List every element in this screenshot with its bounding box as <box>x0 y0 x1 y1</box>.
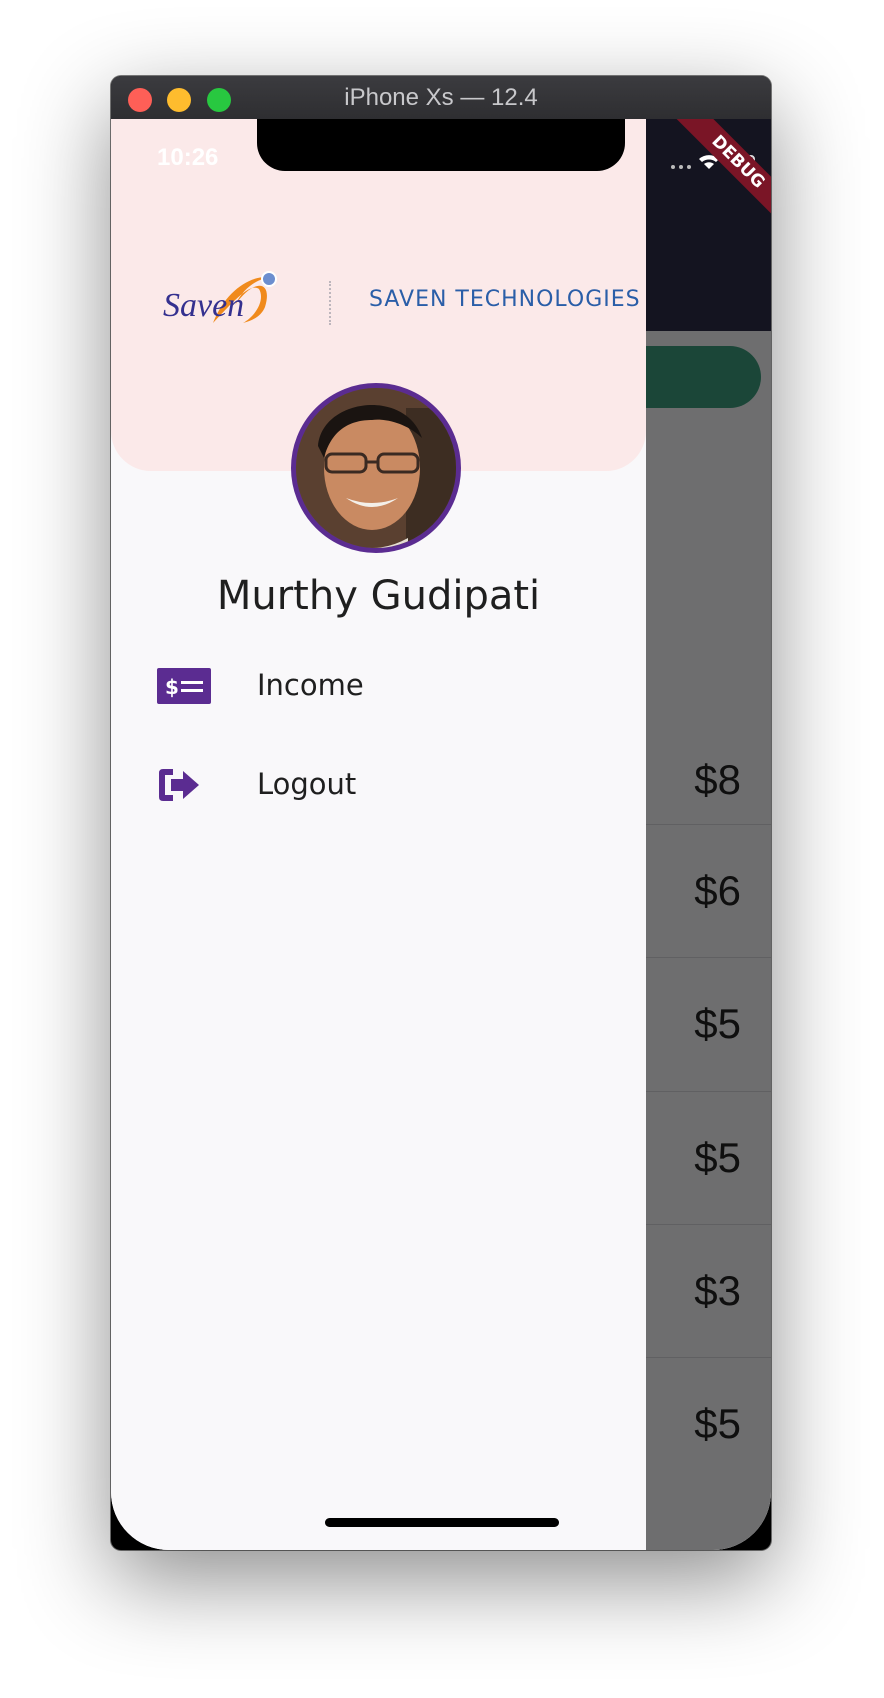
profile-photo <box>296 388 456 548</box>
window-titlebar: iPhone Xs — 12.4 <box>111 76 771 120</box>
user-name: Murthy Gudipati <box>216 573 541 619</box>
logo-divider <box>329 281 331 325</box>
menu-item-logout[interactable]: Logout <box>111 745 646 829</box>
company-name: SAVEN TECHNOLOGIES <box>369 287 641 312</box>
device-notch <box>257 119 625 171</box>
menu-label-logout: Logout <box>257 767 357 801</box>
svg-text:$: $ <box>165 675 179 699</box>
navigation-drawer: 10:26 Saven SAVEN TECHNOLOGIES Murthy Gu… <box>111 119 646 1550</box>
logout-icon <box>159 769 199 801</box>
window-title: iPhone Xs — 12.4 <box>344 84 538 111</box>
menu-item-income[interactable]: $ Income <box>111 646 646 730</box>
home-indicator[interactable] <box>325 1518 559 1527</box>
menu-label-income: Income <box>257 668 364 702</box>
avatar[interactable] <box>291 383 461 553</box>
income-icon: $ <box>157 668 211 704</box>
status-time: 10:26 <box>157 144 219 171</box>
logo-text: Saven <box>163 287 245 324</box>
drawer-scrim[interactable] <box>646 119 771 1550</box>
device-screen: $8 $6 $5 $5 $3 $5 <box>111 119 771 1550</box>
simulator-window: iPhone Xs — 12.4 $8 $6 $5 $5 $3 $5 <box>111 76 771 1550</box>
